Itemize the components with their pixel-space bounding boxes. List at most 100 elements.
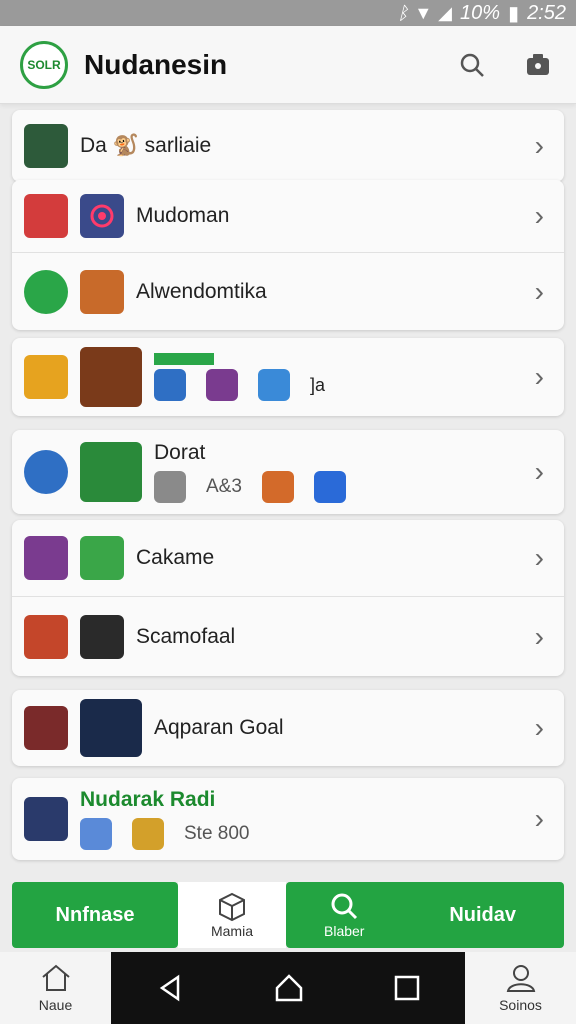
chevron-right-icon: › — [534, 200, 544, 231]
camera-button[interactable] — [520, 47, 556, 83]
list-card: ]a › — [12, 338, 564, 416]
mini-thumbnail — [154, 369, 186, 401]
search-button[interactable] — [454, 47, 490, 83]
item-label: Alwendomtika — [136, 280, 267, 303]
list-card: Nudarak Radi Ste 800 › — [12, 778, 564, 860]
list-item[interactable]: Aqparan Goal › — [12, 690, 564, 766]
app-icon — [80, 194, 124, 238]
game-thumbnail — [80, 347, 142, 407]
chevron-right-icon: › — [534, 130, 544, 161]
status-bar: ᛒ ▼ ◢ 10% ▮ 2:52 — [0, 0, 576, 26]
nav-home-label: Naue — [38, 997, 73, 1013]
list-item[interactable]: Cakame › — [12, 520, 564, 596]
list-item[interactable]: Da 🐒 sarliaie › — [12, 110, 564, 182]
game-thumbnail — [24, 536, 68, 580]
mini-icon-group: ]a — [154, 353, 325, 401]
left-action-button[interactable]: Nnfnase — [12, 882, 178, 948]
list-item[interactable]: Alwendomtika › — [12, 254, 564, 330]
list-card: Dorat A&3 › — [12, 430, 564, 514]
mini-thumbnail — [132, 818, 164, 850]
back-icon[interactable] — [155, 973, 185, 1003]
item-label: Cakame — [136, 546, 215, 569]
game-thumbnail — [80, 536, 124, 580]
game-thumbnail — [24, 706, 68, 750]
item-sub: Ste 800 — [184, 823, 250, 844]
game-thumbnail — [24, 124, 68, 168]
recents-icon[interactable] — [393, 974, 421, 1002]
item-label: Nudarak Radi — [80, 788, 216, 811]
list-item[interactable]: Dorat A&3 › — [12, 430, 564, 514]
logo-text: SOLR — [27, 57, 61, 72]
mini-thumbnail — [313, 471, 346, 503]
mini-banner — [154, 353, 214, 365]
middle-action-label: Mamia — [210, 923, 253, 939]
item-label: Dorat — [154, 441, 206, 464]
middle-action-button[interactable]: Mamia — [178, 882, 286, 948]
bottom-action-bar: Nnfnase Mamia Blaber Nuidav — [12, 882, 564, 948]
divider — [12, 596, 564, 597]
game-thumbnail — [80, 270, 124, 314]
home-icon — [41, 964, 70, 991]
right-action-label: Nuidav — [449, 903, 516, 926]
list-item[interactable]: Nudarak Radi Ste 800 › — [12, 778, 564, 860]
bluetooth-icon: ᛒ — [397, 2, 409, 23]
wifi-icon: ▼ — [414, 2, 433, 23]
chevron-right-icon: › — [534, 361, 544, 392]
game-thumbnail — [24, 270, 68, 314]
left-action-label: Nnfnase — [55, 903, 135, 926]
list-card: Aqparan Goal › — [12, 690, 564, 766]
signal-icon: ◢ — [438, 2, 453, 23]
chevron-right-icon: › — [534, 276, 544, 307]
search-icon — [460, 53, 484, 77]
mini-thumbnail — [80, 818, 112, 850]
home-nav-icon[interactable] — [273, 972, 305, 1004]
list-card: Mudoman › Alwendomtika › — [12, 180, 564, 330]
game-thumbnail — [24, 450, 68, 494]
chevron-right-icon: › — [534, 803, 544, 834]
item-sub: A&3 — [206, 476, 242, 497]
mini-thumbnail — [154, 471, 186, 503]
divider — [12, 252, 564, 253]
item-label: Aqparan Goal — [154, 716, 284, 739]
list-item[interactable]: Mudoman › — [12, 180, 564, 252]
list-item[interactable]: ]a › — [12, 338, 564, 416]
page-title: Nudanesin — [84, 48, 228, 80]
item-label: Mudoman — [136, 204, 230, 227]
clock: 2:52 — [527, 1, 566, 24]
item-extra: ]a — [310, 374, 326, 395]
game-thumbnail — [80, 699, 142, 757]
mini-thumbnail — [261, 471, 294, 503]
nav-profile[interactable]: Soinos — [465, 952, 576, 1024]
mini-thumbnail — [258, 369, 290, 401]
system-nav — [111, 952, 465, 1024]
game-thumbnail — [24, 194, 68, 238]
right-action-button[interactable]: Blaber Nuidav — [286, 882, 564, 948]
list-card: Cakame › Scamofaal › — [12, 520, 564, 676]
battery-icon: ▮ — [508, 2, 520, 25]
user-icon — [506, 965, 535, 992]
list-item[interactable]: Scamofaal › — [12, 598, 564, 676]
list-card: Da 🐒 sarliaie › — [12, 110, 564, 182]
box-icon — [219, 892, 245, 922]
chevron-right-icon: › — [534, 456, 544, 487]
game-thumbnail — [24, 355, 68, 399]
nav-profile-label: Soinos — [499, 997, 542, 1013]
app-bar: SOLR Nudanesin — [0, 26, 576, 104]
status-icons: ᛒ ▼ ◢ — [398, 3, 452, 24]
item-label: Da 🐒 sarliaie — [80, 134, 212, 157]
game-thumbnail — [24, 615, 68, 659]
chevron-right-icon: › — [534, 542, 544, 573]
search-action-label: Blaber — [324, 923, 365, 939]
nav-home[interactable]: Naue — [0, 952, 111, 1024]
mini-thumbnail — [206, 369, 238, 401]
game-thumbnail — [24, 797, 68, 841]
navigation-bar: Naue Soinos — [0, 952, 576, 1024]
item-label: Scamofaal — [136, 625, 236, 648]
game-thumbnail — [80, 442, 142, 502]
search-action[interactable]: Blaber — [324, 891, 364, 939]
chevron-right-icon: › — [534, 712, 544, 743]
camera-icon — [527, 53, 549, 75]
game-thumbnail — [80, 615, 124, 659]
app-logo[interactable]: SOLR — [20, 40, 68, 89]
record-icon — [90, 204, 114, 228]
